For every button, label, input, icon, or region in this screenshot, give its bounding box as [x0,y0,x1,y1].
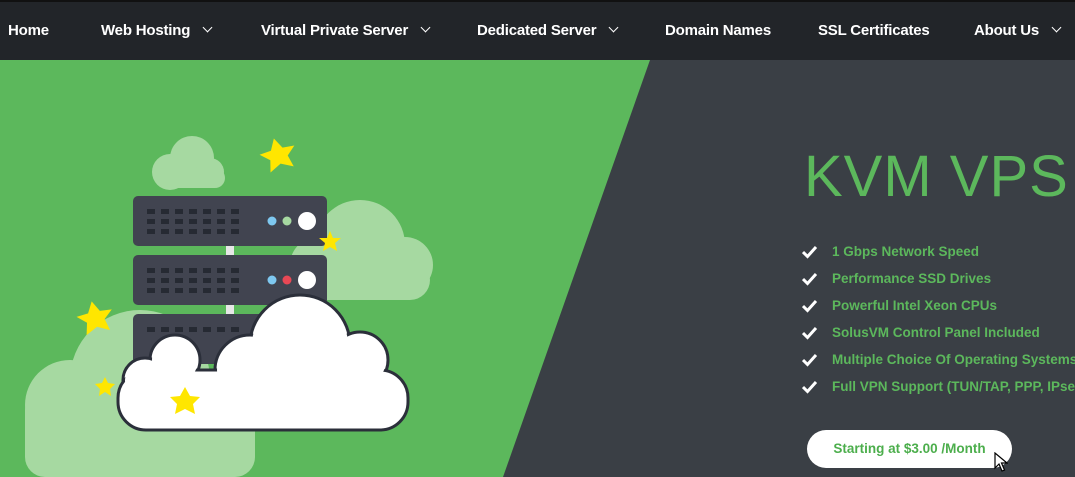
nav-item-label: About Us [974,22,1040,39]
chevron-down-icon [202,22,213,33]
check-icon [802,326,817,340]
chevron-down-icon [1051,22,1062,33]
feature-label: Performance SSD Drives [832,271,992,286]
nav-item-label: Home [8,22,49,39]
check-icon [802,272,817,286]
nav-item-domain-names[interactable]: Domain Names [665,2,771,62]
feature-label: Full VPN Support (TUN/TAP, PPP, IPsec) [832,379,1075,394]
list-item: SolusVM Control Panel Included [802,324,1075,351]
mouse-cursor-icon [994,452,1008,472]
nav-item-label: SSL Certificates [818,22,930,39]
list-item: Full VPN Support (TUN/TAP, PPP, IPsec) [802,378,1075,405]
feature-label: Powerful Intel Xeon CPUs [832,298,998,313]
nav-item-dedicated-server[interactable]: Dedicated Server [477,2,619,62]
nav-item-about-us[interactable]: About Us [974,2,1062,62]
nav-item-label: Domain Names [665,22,771,39]
nav-item-label: Virtual Private Server [261,22,409,39]
check-icon [802,353,817,367]
chevron-down-icon [608,22,619,33]
feature-label: Multiple Choice Of Operating Systems [832,352,1075,367]
nav-item-web-hosting[interactable]: Web Hosting [101,2,213,62]
nav-item-virtual-private-server[interactable]: Virtual Private Server [261,2,431,62]
list-item: 1 Gbps Network Speed [802,243,1075,270]
hero-title: KVM VPS [804,144,1069,209]
nav-item-ssl-certificates[interactable]: SSL Certificates [818,2,930,62]
chevron-down-icon [420,22,431,33]
feature-list: 1 Gbps Network Speed Performance SSD Dri… [802,243,1075,405]
feature-label: SolusVM Control Panel Included [832,325,1040,340]
feature-label: 1 Gbps Network Speed [832,244,980,259]
list-item: Multiple Choice Of Operating Systems [802,351,1075,378]
nav-item-home[interactable]: Home [8,2,49,62]
pricing-cta-button[interactable]: Starting at $3.00 /Month [807,430,1012,468]
nav-item-label: Dedicated Server [477,22,597,39]
top-navigation: Home Web Hosting Virtual Private Server … [0,0,1075,60]
list-item: Performance SSD Drives [802,270,1075,297]
check-icon [802,245,817,259]
list-item: Powerful Intel Xeon CPUs [802,297,1075,324]
nav-item-label: Web Hosting [101,22,191,39]
check-icon [802,299,817,313]
check-icon [802,380,817,394]
